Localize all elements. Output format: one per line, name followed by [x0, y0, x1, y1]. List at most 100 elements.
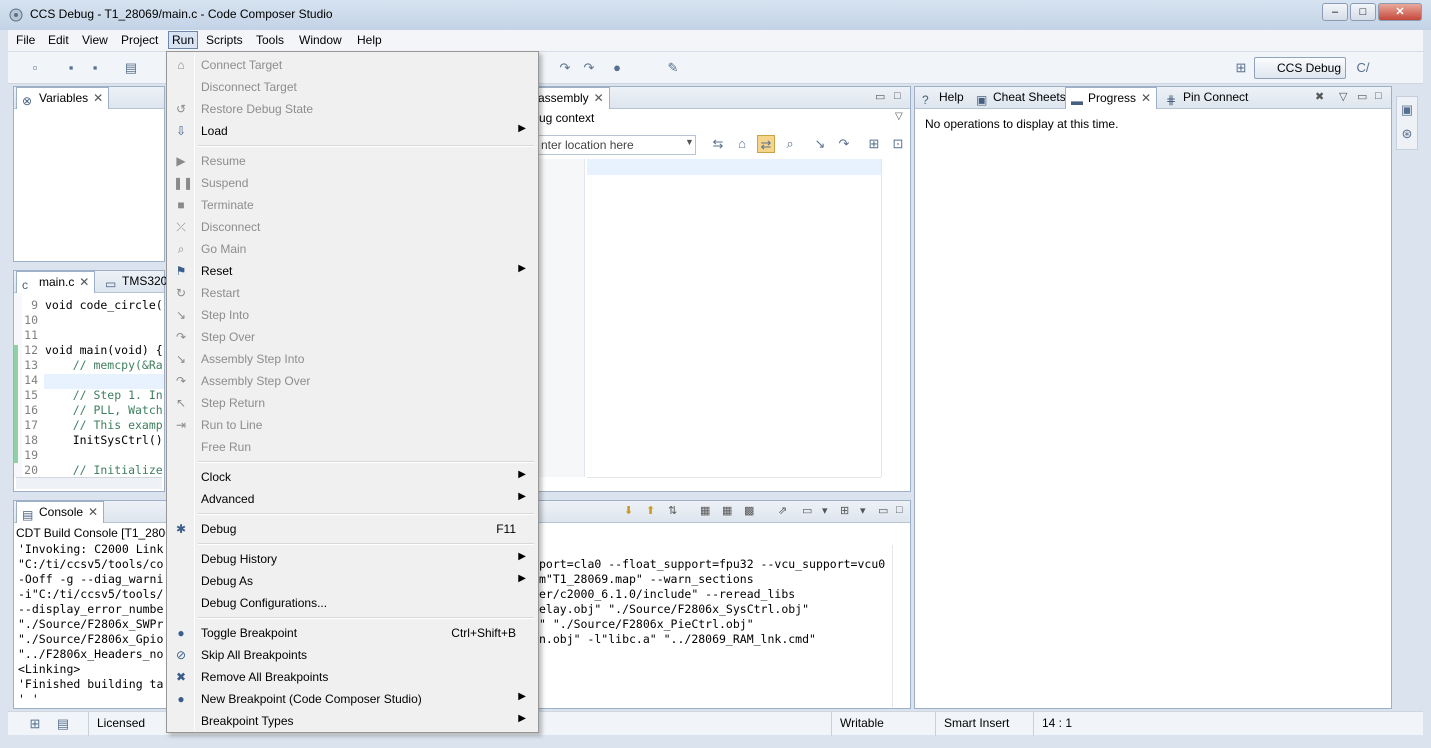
new-status-icon[interactable]: ⊞ [26, 715, 44, 733]
menu-item-reset[interactable]: ⚑ Reset ▶ [169, 260, 536, 282]
minimize-view-icon[interactable]: ▭ [1357, 90, 1367, 103]
maximize-view-icon[interactable]: □ [896, 504, 903, 516]
step-over-icon[interactable]: ↷ [580, 59, 598, 77]
tab-cheat-sheets[interactable]: ▣ Cheat Sheets [971, 87, 1072, 109]
menu-item-clock[interactable]: Clock ▶ [169, 466, 536, 488]
menu-help[interactable]: Help [357, 33, 382, 47]
step-over-icon[interactable]: ↷ [835, 135, 853, 153]
close-icon[interactable]: ✕ [88, 502, 98, 523]
new-icon[interactable]: ▫ [26, 59, 44, 77]
minimize-view-icon[interactable]: ▭ [875, 90, 885, 103]
pin-console-icon[interactable]: ⇗ [778, 504, 787, 517]
menu-item-breakpoint-types[interactable]: Breakpoint Types ▶ [169, 710, 536, 732]
close-icon[interactable]: ✕ [93, 88, 103, 109]
save-all-icon[interactable]: ▪ [86, 59, 104, 77]
search-icon[interactable]: ⌕ [781, 135, 799, 153]
breakpoints-view-icon[interactable]: ⊛ [1398, 125, 1416, 143]
horizontal-scrollbar[interactable] [16, 477, 162, 489]
tab-disassembly[interactable]: assembly ✕ [537, 87, 610, 109]
menu-run[interactable]: Run [168, 31, 199, 49]
close-icon[interactable]: ✕ [79, 272, 89, 293]
next-icon[interactable]: ⬇ [624, 504, 633, 517]
close-icon[interactable]: ✕ [1141, 88, 1151, 109]
step-into-icon[interactable]: ↷ [556, 59, 574, 77]
menu-item-disconnect[interactable]: ⤫ Disconnect [169, 216, 536, 238]
prev-icon[interactable]: ⬆ [646, 504, 655, 517]
menu-item-disconnect-target[interactable]: Disconnect Target [169, 76, 536, 98]
paste-icon[interactable]: ▦ [722, 504, 732, 517]
close-button[interactable]: ✕ [1378, 3, 1422, 21]
menu-item-load[interactable]: ⇩ Load ▶ [169, 120, 536, 142]
new-view-icon[interactable]: ⊞ [865, 135, 883, 153]
menu-item-toggle-breakpoint[interactable]: ● Toggle Breakpoint Ctrl+Shift+B [169, 622, 536, 644]
menu-item-free-run[interactable]: Free Run [169, 436, 536, 458]
chevron-down-icon[interactable]: ▾ [822, 504, 828, 517]
menu-item-restore-debug-state[interactable]: ↺ Restore Debug State [169, 98, 536, 120]
remove-all-icon[interactable]: ✖ [1315, 90, 1324, 103]
save-icon[interactable]: ▪ [62, 59, 80, 77]
step-icon[interactable]: ↘ [811, 135, 829, 153]
vertical-scrollbar[interactable] [892, 545, 908, 707]
menu-item-terminate[interactable]: ■ Terminate [169, 194, 536, 216]
open-console-icon[interactable]: ⊞ [840, 504, 849, 517]
menu-file[interactable]: File [16, 33, 35, 47]
view-menu-icon[interactable]: ▽ [1339, 90, 1347, 103]
menu-window[interactable]: Window [299, 33, 342, 47]
menu-item-step-return[interactable]: ↖ Step Return [169, 392, 536, 414]
horizontal-scrollbar[interactable] [587, 477, 881, 491]
maximize-button[interactable]: □ [1350, 3, 1376, 21]
home-icon[interactable]: ⌂ [733, 135, 751, 153]
sync-icon[interactable]: ⇄ [757, 135, 775, 153]
chevron-down-icon[interactable]: ▼ [685, 137, 694, 147]
menu-item-debug-as[interactable]: Debug As ▶ [169, 570, 536, 592]
menu-item-suspend[interactable]: ❚❚ Suspend [169, 172, 536, 194]
tab-main-c[interactable]: c main.c ✕ [16, 271, 96, 293]
menu-item-restart[interactable]: ↻ Restart [169, 282, 536, 304]
pin-icon[interactable]: ⊡ [889, 135, 907, 153]
maximize-view-icon[interactable]: □ [1375, 90, 1382, 102]
open-console-icon[interactable]: ▤ [122, 59, 140, 77]
tab-variables[interactable]: ⊗ Variables ✕ [16, 87, 110, 109]
menu-edit[interactable]: Edit [48, 33, 69, 47]
menu-item-resume[interactable]: ▶ Resume [169, 150, 536, 172]
debug-tool-icon[interactable]: ● [608, 59, 626, 77]
menu-item-step-over[interactable]: ↷ Step Over [169, 326, 536, 348]
tool-hammer-icon[interactable]: ✎ [664, 59, 682, 77]
view-menu-icon[interactable]: ▽ [895, 111, 903, 122]
minimize-view-icon[interactable]: ▭ [878, 504, 888, 517]
menu-item-remove-all-breakpoints[interactable]: ✖ Remove All Breakpoints [169, 666, 536, 688]
restore-icon[interactable]: ▣ [1398, 101, 1416, 119]
menu-tools[interactable]: Tools [256, 33, 284, 47]
menu-view[interactable]: View [82, 33, 108, 47]
menu-item-run-to-line[interactable]: ⇥ Run to Line [169, 414, 536, 436]
copy-icon[interactable]: ▦ [700, 504, 710, 517]
menu-item-step-into[interactable]: ↘ Step Into [169, 304, 536, 326]
perspective-cc-edit[interactable]: C/ [1348, 59, 1378, 77]
tab-pin-connect[interactable]: ⋕ Pin Connect [1161, 87, 1254, 109]
menu-item-skip-all-breakpoints[interactable]: ⊘ Skip All Breakpoints [169, 644, 536, 666]
menu-item-new-breakpoint-code-composer-studio[interactable]: ● New Breakpoint (Code Composer Studio) ▶ [169, 688, 536, 710]
menu-item-go-main[interactable]: ⌕ Go Main [169, 238, 536, 260]
menu-scripts[interactable]: Scripts [206, 33, 243, 47]
chevron-down-icon[interactable]: ▾ [860, 504, 866, 517]
tab-progress[interactable]: ▬ Progress ✕ [1065, 87, 1158, 109]
menu-item-advanced[interactable]: Advanced ▶ [169, 488, 536, 510]
perspective-ccs-debug[interactable]: CCS Debug [1254, 57, 1347, 79]
menu-item-connect-target[interactable]: ⌂ Connect Target [169, 54, 536, 76]
clear-console-icon[interactable]: ▩ [744, 504, 754, 517]
close-icon[interactable]: ✕ [594, 88, 604, 109]
menu-item-assembly-step-into[interactable]: ↘ Assembly Step Into [169, 348, 536, 370]
minimize-button[interactable]: – [1322, 3, 1348, 21]
menu-item-debug-configurations[interactable]: Debug Configurations... [169, 592, 536, 614]
display-console-icon[interactable]: ▭ [802, 504, 812, 517]
menu-item-assembly-step-over[interactable]: ↷ Assembly Step Over [169, 370, 536, 392]
menu-item-debug-history[interactable]: Debug History ▶ [169, 548, 536, 570]
tab-help[interactable]: ? Help [917, 87, 970, 109]
clipboard-icon[interactable]: ▤ [54, 715, 72, 733]
link-icon[interactable]: ⇆ [709, 135, 727, 153]
vertical-scrollbar[interactable] [881, 159, 897, 477]
menu-item-debug[interactable]: ✱ Debug F11 [169, 518, 536, 540]
open-perspective-icon[interactable]: ⊞ [1232, 59, 1250, 77]
tab-console[interactable]: ▤ Console ✕ [16, 501, 105, 523]
maximize-view-icon[interactable]: □ [894, 90, 901, 102]
